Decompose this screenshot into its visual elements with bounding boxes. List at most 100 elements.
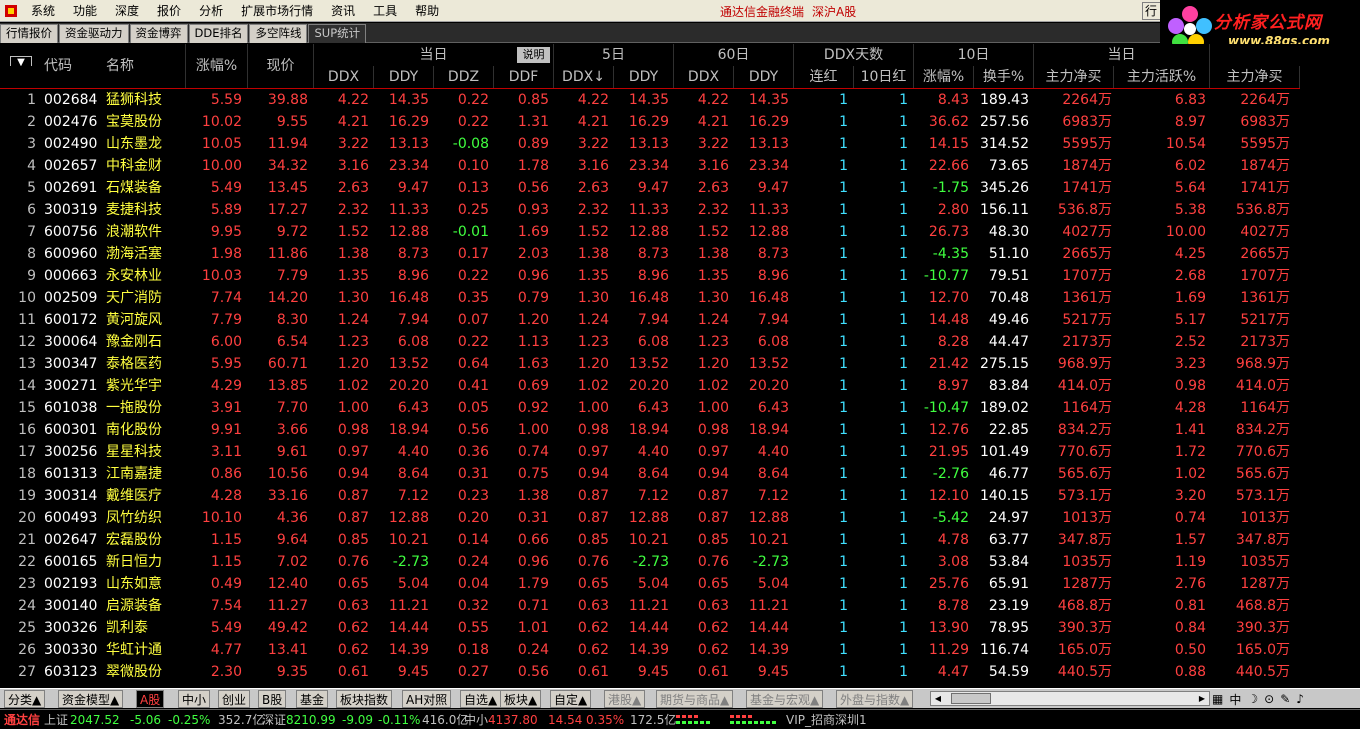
- col-ddf[interactable]: DDF: [494, 66, 554, 88]
- tab-fund-game[interactable]: 资金博弈: [129, 24, 188, 43]
- table-row[interactable]: 13 300347 泰格医药 5.95 60.71 1.20 13.52 0.64 1.63 1.…: [0, 353, 1300, 375]
- table-row[interactable]: 15 601038 一拖股份 3.91 7.70 1.00 6.43 0.05 0.92 1.00…: [0, 397, 1300, 419]
- col-main-active[interactable]: 主力活跃%: [1114, 66, 1210, 88]
- table-row[interactable]: 19 300314 戴维医疗 4.28 33.16 0.87 7.12 0.23 1.38 0.8…: [0, 485, 1300, 507]
- horizontal-scrollbar[interactable]: ◀ ▶: [930, 691, 1210, 706]
- ddz: 0.10: [457, 158, 489, 174]
- menu-analysis[interactable]: 分析: [190, 0, 232, 22]
- menu-depth[interactable]: 深度: [106, 0, 148, 22]
- table-row[interactable]: 11 600172 黄河旋风 7.79 8.30 1.24 7.94 0.07 1.20 1.24…: [0, 309, 1300, 331]
- table-row[interactable]: 22 600165 新日恒力 1.15 7.02 0.76 -2.73 0.24 0.96 0.7…: [0, 551, 1300, 573]
- scroll-thumb[interactable]: [951, 693, 991, 704]
- tray-moon-icon[interactable]: ☽: [1247, 692, 1258, 706]
- status-vip-server[interactable]: VIP_招商深圳1: [786, 711, 867, 729]
- menu-quote[interactable]: 报价: [148, 0, 190, 22]
- btab-fund-model[interactable]: 资金模型▲: [58, 690, 124, 708]
- tray-sound-icon[interactable]: ♪: [1296, 692, 1304, 706]
- col-ddy-60day[interactable]: DDY: [734, 66, 794, 88]
- scroll-left-icon[interactable]: ◀: [931, 692, 945, 705]
- col-10day-change[interactable]: 涨幅%: [914, 66, 974, 88]
- tab-sup-stats[interactable]: SUP统计: [308, 24, 367, 43]
- stock-name: 石煤装备: [106, 180, 162, 196]
- col-main-net-buy-2[interactable]: 主力净买: [1210, 66, 1300, 88]
- row-index: 23: [18, 576, 36, 592]
- table-row[interactable]: 1 002684 猛狮科技 5.59 39.88 4.22 14.35 0.22 0.85 4.2…: [0, 89, 1300, 111]
- table-row[interactable]: 10 002509 天广消防 7.74 14.20 1.30 16.48 0.35 0.79 1.…: [0, 287, 1300, 309]
- table-row[interactable]: 20 600493 凤竹纺织 10.10 4.36 0.87 12.88 0.20 0.31 0.…: [0, 507, 1300, 529]
- table-row[interactable]: 7 600756 浪潮软件 9.95 9.72 1.52 12.88 -0.01 1.69 1.5…: [0, 221, 1300, 243]
- tray-pen-icon[interactable]: ✎: [1280, 692, 1290, 706]
- main-net-buy-2: 2173万: [1240, 334, 1290, 350]
- menu-help[interactable]: 帮助: [406, 0, 448, 22]
- btab-sector[interactable]: 板块▲: [500, 690, 542, 708]
- menu-function[interactable]: 功能: [64, 0, 106, 22]
- turnover: 79.51: [988, 268, 1029, 284]
- btab-fund[interactable]: 基金: [296, 690, 329, 708]
- btab-sme[interactable]: 中小: [178, 690, 211, 708]
- table-row[interactable]: 25 300326 凯利泰 5.49 49.42 0.62 14.44 0.55 1.01 0.6…: [0, 617, 1300, 639]
- btab-watchlist[interactable]: 自选▲: [460, 690, 502, 708]
- scroll-right-icon[interactable]: ▶: [1195, 692, 1209, 705]
- price: 7.02: [276, 554, 308, 570]
- col-code[interactable]: 代码: [36, 44, 98, 88]
- btab-overseas-index[interactable]: 外盘与指数▲: [836, 690, 914, 708]
- tray-chinese-icon[interactable]: 中: [1229, 691, 1241, 708]
- table-row[interactable]: 5 002691 石煤装备 5.49 13.45 2.63 9.47 0.13 0.56 2.63…: [0, 177, 1300, 199]
- tab-quote[interactable]: 行情报价: [0, 24, 58, 43]
- table-row[interactable]: 17 300256 星星科技 3.11 9.61 0.97 4.40 0.36 0.74 0.97…: [0, 441, 1300, 463]
- table-row[interactable]: 8 600960 渤海活塞 1.98 11.86 1.38 8.73 0.17 2.03 1.38…: [0, 243, 1300, 265]
- tray-clock-icon[interactable]: ⊙: [1264, 692, 1274, 706]
- btab-custom[interactable]: 自定▲: [550, 690, 592, 708]
- btab-category[interactable]: 分类▲: [4, 690, 46, 708]
- ddy-60day: 7.94: [757, 312, 789, 328]
- main-net-buy: 4027万: [1062, 224, 1112, 240]
- col-ddy[interactable]: DDY: [374, 66, 434, 88]
- tray-grid-icon[interactable]: ▦: [1212, 692, 1223, 706]
- col-10day-red[interactable]: 10日红: [854, 66, 914, 88]
- col-ddx-5day[interactable]: DDX↓: [554, 66, 614, 88]
- tab-fund-drive[interactable]: 资金驱动力: [59, 24, 129, 43]
- col-main-net-buy[interactable]: 主力净买: [1034, 66, 1114, 88]
- col-consecutive-red[interactable]: 连红: [794, 66, 854, 88]
- col-turnover[interactable]: 换手%: [974, 66, 1034, 88]
- btab-futures[interactable]: 期货与商品▲: [656, 690, 734, 708]
- menu-extended-market[interactable]: 扩展市场行情: [232, 0, 322, 22]
- col-ddy-5day[interactable]: DDY: [614, 66, 674, 88]
- table-row[interactable]: 24 300140 启源装备 7.54 11.27 0.63 11.21 0.32 0.71 0.…: [0, 595, 1300, 617]
- tab-dde-rank[interactable]: DDE排名: [188, 24, 249, 43]
- table-row[interactable]: 14 300271 紫光华宇 4.29 13.85 1.02 20.20 0.41 0.69 1.…: [0, 375, 1300, 397]
- col-price[interactable]: 现价: [248, 44, 314, 88]
- btab-ah-compare[interactable]: AH对照: [402, 690, 452, 708]
- table-row[interactable]: 27 603123 翠微股份 2.30 9.35 0.61 9.45 0.27 0.56 0.61…: [0, 661, 1300, 683]
- tab-long-short[interactable]: 多空阵线: [249, 24, 308, 43]
- main-net-buy-2: 390.3万: [1235, 620, 1290, 636]
- col-name[interactable]: 名称: [98, 44, 186, 88]
- menu-system[interactable]: 系统: [22, 0, 64, 22]
- btab-a-share[interactable]: A股: [136, 690, 165, 708]
- col-ddz[interactable]: DDZ: [434, 66, 494, 88]
- table-row[interactable]: 12 300064 豫金刚石 6.00 6.54 1.23 6.08 0.22 1.13 1.23…: [0, 331, 1300, 353]
- table-row[interactable]: 3 002490 山东墨龙 10.05 11.94 3.22 13.13 -0.08 0.89 3…: [0, 133, 1300, 155]
- table-row[interactable]: 4 002657 中科金财 10.00 34.32 3.16 23.34 0.10 1.78 3.…: [0, 155, 1300, 177]
- table-row[interactable]: 16 600301 南化股份 9.91 3.66 0.98 18.94 0.56 1.00 0.9…: [0, 419, 1300, 441]
- col-ddx[interactable]: DDX: [314, 66, 374, 88]
- btab-sector-index[interactable]: 板块指数: [336, 690, 393, 708]
- stock-name: 麦捷科技: [106, 202, 162, 218]
- col-ddx-60day[interactable]: DDX: [674, 66, 734, 88]
- table-row[interactable]: 9 000663 永安林业 10.03 7.79 1.35 8.96 0.22 0.96 1.35…: [0, 265, 1300, 287]
- btab-fund-macro[interactable]: 基金与宏观▲: [746, 690, 824, 708]
- table-row[interactable]: 21 002647 宏磊股份 1.15 9.64 0.85 10.21 0.14 0.66 0.8…: [0, 529, 1300, 551]
- table-row[interactable]: 2 002476 宝莫股份 10.02 9.55 4.21 16.29 0.22 1.31 4.2…: [0, 111, 1300, 133]
- menu-info[interactable]: 资讯: [322, 0, 364, 22]
- table-row[interactable]: 26 300330 华虹计通 4.77 13.41 0.62 14.39 0.18 0.24 0.…: [0, 639, 1300, 661]
- btab-chinext[interactable]: 创业: [218, 690, 251, 708]
- change-10day: 13.90: [928, 620, 969, 636]
- table-row[interactable]: 18 601313 江南嘉捷 0.86 10.56 0.94 8.64 0.31 0.75 0.9…: [0, 463, 1300, 485]
- col-change-pct[interactable]: 涨幅%: [186, 44, 248, 88]
- menu-tools[interactable]: 工具: [364, 0, 406, 22]
- explain-button[interactable]: 说明: [517, 47, 550, 63]
- table-row[interactable]: 6 300319 麦捷科技 5.89 17.27 2.32 11.33 0.25 0.93 2.3…: [0, 199, 1300, 221]
- btab-b-share[interactable]: B股: [258, 690, 287, 708]
- table-row[interactable]: 23 002193 山东如意 0.49 12.40 0.65 5.04 0.04 1.79 0.6…: [0, 573, 1300, 595]
- btab-hk[interactable]: 港股▲: [604, 690, 646, 708]
